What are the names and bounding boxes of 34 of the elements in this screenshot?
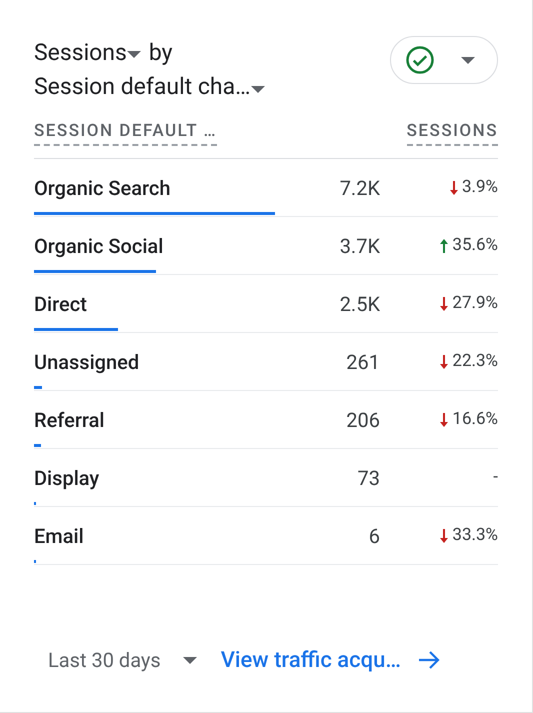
channel-name: Email [34,523,85,550]
column-header[interactable]: SESSIONS [406,118,498,146]
caret-icon [182,656,197,664]
column-header[interactable]: SESSION DEFAULT … [34,118,217,146]
title-text: by [148,38,173,68]
status-dropdown-button[interactable] [390,36,498,84]
channel-name: Display [34,465,100,492]
view-report-link[interactable]: View traffic acqu… [220,644,441,676]
sessions-value: 206 [345,407,380,434]
caret-icon [461,56,475,64]
channel-name: Organic Search [34,175,172,202]
caret-icon [126,50,141,58]
dimension-selector[interactable]: Session default cha… [34,70,264,104]
channel-name: Direct [34,291,88,318]
change-value: 3.9% [462,176,498,200]
sessions-value: 6 [368,523,380,550]
sessions-value: 73 [356,465,380,492]
change-value: - [493,466,498,490]
change-value: 16.6% [452,408,498,432]
date-range-selector[interactable]: Last 30 days [48,645,197,675]
sessions-value: 2.5K [338,291,380,318]
change-value: 22.3% [452,350,498,374]
sessions-value: 3.7K [338,233,380,260]
channel-name: Referral [34,407,106,434]
sessions-value: 261 [345,349,380,376]
caret-icon [250,86,264,92]
channel-name: Unassigned [34,349,140,376]
change-value: 33.3% [452,524,498,548]
channel-name: Organic Social [34,233,164,260]
metric-selector[interactable]: Sessions [34,36,141,70]
check-circle-icon [405,45,435,75]
change-value: 35.6% [452,234,498,258]
change-value: 27.9% [452,292,498,316]
sessions-value: 7.2K [338,175,380,202]
